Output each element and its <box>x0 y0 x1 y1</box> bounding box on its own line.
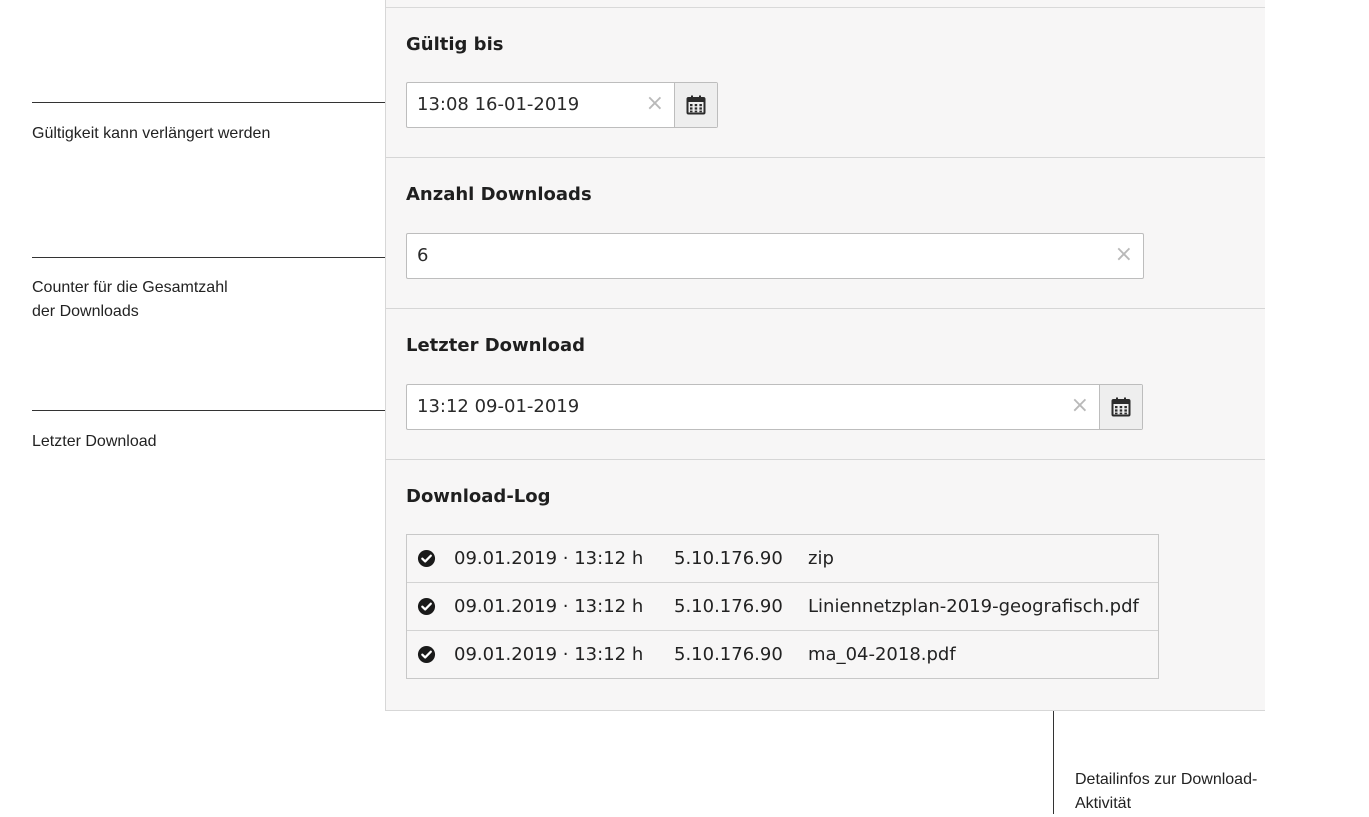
panel-top-border <box>386 7 1265 8</box>
form-panel: Gültig bis 13:08 16-01-2019 × Anzahl Dow… <box>385 0 1265 711</box>
table-row: 09.01.2019 · 13:12 h 5.10.176.90 Linienn… <box>407 583 1158 631</box>
last-download-input[interactable]: 13:12 09-01-2019 × <box>407 385 1099 429</box>
log-ip: 5.10.176.90 <box>674 548 783 569</box>
download-log-label: Download-Log <box>406 486 551 507</box>
section-divider <box>386 308 1265 309</box>
annotation-details: Detailinfos zur Download- Aktivität <box>1075 771 1258 812</box>
log-ip: 5.10.176.90 <box>674 596 783 617</box>
annotation-last-download: Letzter Download <box>32 433 157 450</box>
log-file: ma_04-2018.pdf <box>808 644 956 665</box>
annotation-validity: Gültigkeit kann verlängert werden <box>32 125 271 142</box>
check-circle-icon <box>417 645 436 664</box>
annotation-counter: Counter für die Gesamtzahl der Downloads <box>32 279 228 320</box>
annotation-line-last-download <box>32 410 390 411</box>
calendar-icon <box>686 95 706 115</box>
calendar-icon <box>1111 397 1131 417</box>
download-log-table: 09.01.2019 · 13:12 h 5.10.176.90 zip 09.… <box>406 534 1159 679</box>
annotation-line-validity <box>32 102 390 103</box>
section-divider <box>386 459 1265 460</box>
last-download-value: 13:12 09-01-2019 <box>417 396 580 417</box>
table-row: 09.01.2019 · 13:12 h 5.10.176.90 ma_04-2… <box>407 631 1158 678</box>
clear-icon[interactable]: × <box>1115 234 1133 278</box>
section-divider <box>386 157 1265 158</box>
log-date: 09.01.2019 · 13:12 h <box>454 548 644 569</box>
log-ip: 5.10.176.90 <box>674 644 783 665</box>
clear-icon[interactable]: × <box>646 83 664 127</box>
valid-until-datetime-field: 13:08 16-01-2019 × <box>406 82 718 128</box>
download-count-value: 6 <box>417 245 429 266</box>
table-row: 09.01.2019 · 13:12 h 5.10.176.90 zip <box>407 535 1158 583</box>
check-circle-icon <box>417 549 436 568</box>
page: Gültigkeit kann verlängert werden Counte… <box>0 0 1369 817</box>
download-count-field: 6 × <box>406 233 1144 279</box>
valid-until-label: Gültig bis <box>406 34 504 55</box>
annotation-line-counter <box>32 257 390 258</box>
log-date: 09.01.2019 · 13:12 h <box>454 596 644 617</box>
last-download-calendar-button[interactable] <box>1099 385 1142 429</box>
log-file: Liniennetzplan-2019-geografisch.pdf <box>808 596 1139 617</box>
clear-icon[interactable]: × <box>1071 385 1089 429</box>
log-file: zip <box>808 548 834 569</box>
last-download-label: Letzter Download <box>406 335 586 356</box>
download-count-input[interactable]: 6 × <box>407 234 1143 278</box>
last-download-datetime-field: 13:12 09-01-2019 × <box>406 384 1143 430</box>
log-date: 09.01.2019 · 13:12 h <box>454 644 644 665</box>
valid-until-input[interactable]: 13:08 16-01-2019 × <box>407 83 674 127</box>
valid-until-calendar-button[interactable] <box>674 83 717 127</box>
download-count-label: Anzahl Downloads <box>406 184 592 205</box>
valid-until-value: 13:08 16-01-2019 <box>417 94 580 115</box>
check-circle-icon <box>417 597 436 616</box>
